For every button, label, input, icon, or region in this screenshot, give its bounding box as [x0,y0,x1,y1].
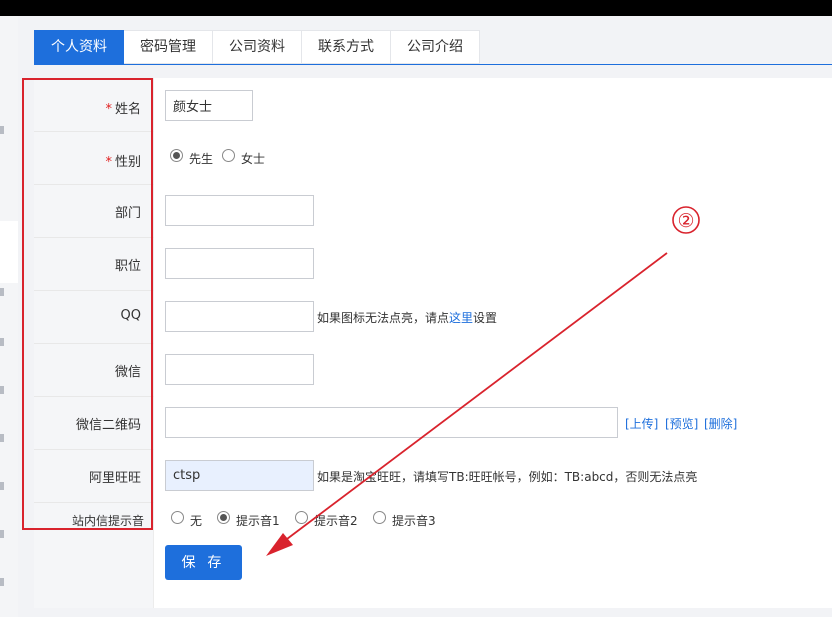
top-bar [0,0,832,16]
form-row-department: 部门 [34,184,832,238]
required-mark: * [105,102,112,117]
required-mark: * [105,155,112,170]
gender-label: * 性别 [34,151,141,170]
tab-underline [34,64,832,65]
form-row-gender: * 性别 先生 女士 [34,131,832,185]
wechat-qr-label: 微信二维码 [75,418,141,433]
tab-company-intro[interactable]: 公司介绍 [391,30,480,64]
form-row-position: 职位 [34,237,832,291]
name-label: * 姓名 [34,98,141,117]
gender-option-male: 先生 [189,152,214,166]
wechat-label: 微信 [114,365,141,380]
qq-hint: 如果图标无法点亮，请点这里设置 [317,309,497,326]
aliwangwang-hint: 如果是淘宝旺旺，请填写TB:旺旺帐号，例如：TB:abcd，否则无法点亮 [317,470,698,484]
sound-option-3: 提示音3 [392,514,436,528]
tab-bar: 个人资料 密码管理 公司资料 联系方式 公司介绍 [34,30,480,64]
form-row-qq: QQ 如果图标无法点亮，请点这里设置 [34,290,832,344]
sidebar-glyph [0,434,4,442]
form-row-notify-sound: 站内信提示音 无 提示音1 提示音2 提示音3 [34,502,832,538]
main-content: 个人资料 密码管理 公司资料 联系方式 公司介绍 *姓名 *性别 先生 女士 部… [18,16,832,617]
aliwangwang-input[interactable] [165,460,314,491]
profile-form: *姓名 *性别 先生 女士 部门 职位 QQ 如 [34,78,832,608]
name-input[interactable] [165,90,253,121]
qr-preview-link[interactable]: [预览] [665,415,698,432]
gender-radio-female[interactable] [222,149,235,162]
wechat-input[interactable] [165,354,314,385]
sidebar-glyph [0,578,4,586]
sound-option-none: 无 [190,514,203,528]
form-row-name: * 姓名 [34,78,832,132]
tab-profile[interactable]: 个人资料 [34,30,124,64]
gender-label-text: 性别 [114,155,141,170]
sound-radio-2[interactable] [295,511,308,524]
qq-settings-link[interactable]: 这里 [449,311,473,325]
position-label: 职位 [114,259,141,274]
qq-input[interactable] [165,301,314,332]
tab-password[interactable]: 密码管理 [124,30,213,64]
sound-option-1: 提示音1 [236,514,280,528]
wechat-qr-input[interactable] [165,407,618,438]
form-row-wechat: 微信 [34,343,832,397]
gender-option-female: 女士 [241,152,266,166]
position-input[interactable] [165,248,314,279]
department-input[interactable] [165,195,314,226]
qr-upload-link[interactable]: [上传] [625,415,658,432]
aliwangwang-label: 阿里旺旺 [88,471,141,486]
form-row-wechat-qr: 微信二维码 [上传] [预览] [删除] [34,396,832,450]
qr-delete-link[interactable]: [删除] [704,415,737,432]
notify-sound-label: 站内信提示音 [71,514,144,528]
sound-radio-none[interactable] [171,511,184,524]
gender-radio-male[interactable] [170,149,183,162]
sidebar-glyph [0,288,4,296]
form-row-aliwangwang: 阿里旺旺 如果是淘宝旺旺，请填写TB:旺旺帐号，例如：TB:abcd，否则无法点… [34,449,832,503]
sound-radio-1[interactable] [217,511,230,524]
tab-contact[interactable]: 联系方式 [302,30,391,64]
sidebar-glyph [0,386,4,394]
sound-option-2: 提示音2 [314,514,358,528]
sidebar-edge-highlight [0,221,18,283]
sidebar-glyph [0,338,4,346]
save-button[interactable]: 保 存 [165,545,242,580]
qq-hint-text: 如果图标无法点亮，请点 [317,311,450,325]
qq-label: QQ [120,308,141,323]
department-label: 部门 [114,206,141,221]
sidebar-glyph [0,126,4,134]
qq-hint-suffix: 设置 [473,311,498,325]
left-sidebar-edge [0,16,18,617]
tab-company-info[interactable]: 公司资料 [213,30,302,64]
name-label-text: 姓名 [114,102,141,117]
sidebar-glyph [0,530,4,538]
sound-radio-3[interactable] [373,511,386,524]
sidebar-glyph [0,482,4,490]
